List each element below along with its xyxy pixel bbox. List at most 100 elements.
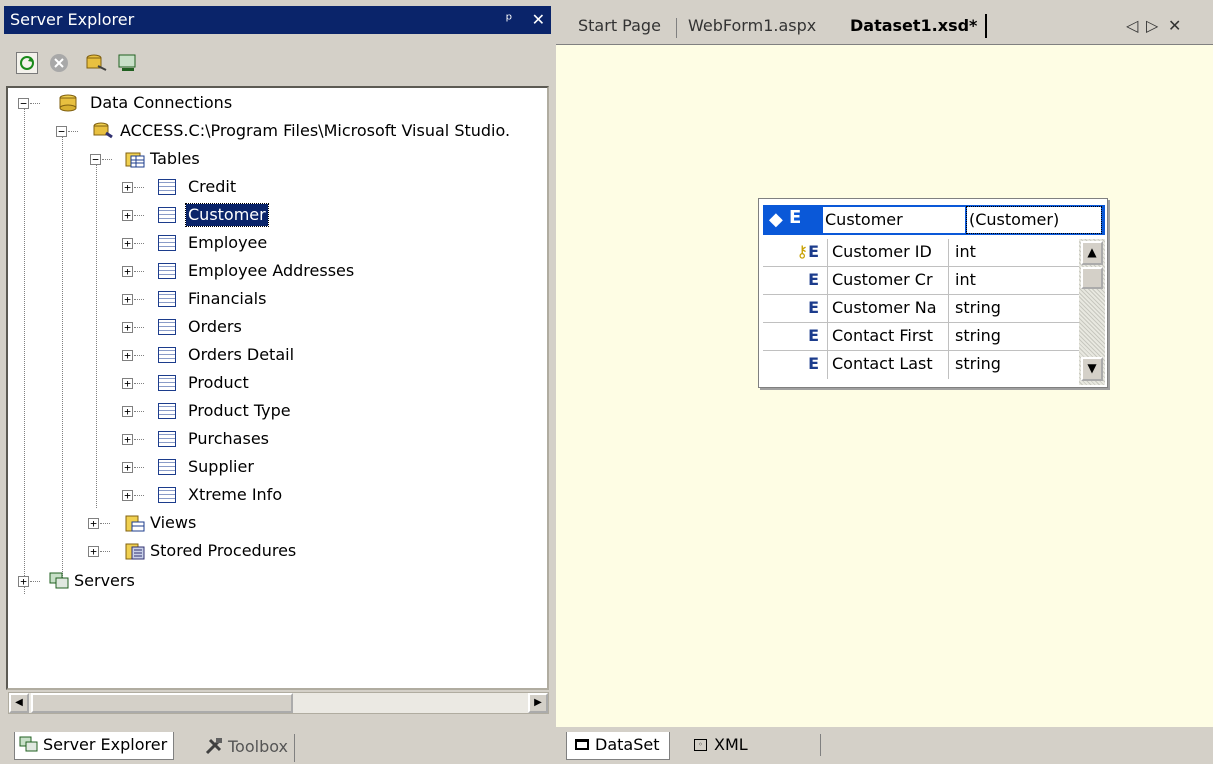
entity-row[interactable]: ⚷E Customer ID int	[763, 239, 1079, 267]
table-label: Product Type	[188, 401, 291, 420]
entity-row[interactable]: E Contact First string	[763, 323, 1079, 351]
entity-row-type[interactable]: int	[951, 267, 1079, 295]
table-label: Orders	[188, 317, 242, 336]
table-icon	[158, 291, 176, 307]
stored-procedures-label: Stored Procedures	[150, 541, 297, 560]
table-icon	[158, 375, 176, 391]
entity-row-name[interactable]: Customer Cr	[827, 267, 949, 295]
entity-vertical-scrollbar[interactable]: ▲ ▼	[1079, 239, 1105, 385]
tab-label: Server Explorer	[43, 735, 168, 754]
table-icon	[158, 179, 176, 195]
table-icon	[158, 263, 176, 279]
close-icon[interactable]: ✕	[532, 10, 545, 29]
tree-horizontal-scrollbar[interactable]: ◀ ▶	[8, 692, 549, 714]
entity-row-type[interactable]: string	[951, 323, 1079, 351]
table-label: Xtreme Info	[188, 485, 283, 504]
table-label: Credit	[188, 177, 237, 196]
table-icon	[158, 347, 176, 363]
table-icon	[158, 487, 176, 503]
entity-scroll-down-button[interactable]: ▼	[1081, 357, 1103, 381]
server-explorer-tree: − Data Connections − ACCESS.C:\Program F…	[6, 86, 549, 690]
table-icon	[158, 459, 176, 475]
servers-label: Servers	[74, 571, 135, 590]
designer-view-tabs: DataSet ◦ XML	[556, 728, 1213, 760]
table-icon	[158, 207, 176, 223]
scrollbar-thumb[interactable]	[31, 693, 293, 713]
table-label: Financials	[188, 289, 267, 308]
dataset-view-icon	[575, 739, 589, 750]
server-explorer-panel: Server Explorer ᵖ ✕ − Data Connections −…	[0, 0, 555, 762]
entity-row-marker: ⚷E	[796, 242, 819, 261]
server-explorer-title-bar: Server Explorer ᵖ ✕	[4, 6, 551, 34]
pin-icon[interactable]: ᵖ	[506, 10, 513, 29]
views-label: Views	[150, 513, 197, 532]
entity-row-type[interactable]: string	[951, 351, 1079, 379]
customer-entity-box[interactable]: ◆ E Customer (Customer) ⚷E Customer ID i…	[758, 198, 1108, 388]
tab-webform1[interactable]: WebForm1.aspx	[680, 14, 824, 38]
stored-procedures-folder-icon	[124, 541, 145, 560]
server-explorer-toolbar	[4, 36, 551, 84]
entity-header[interactable]: ◆ E Customer (Customer)	[763, 205, 1105, 235]
entity-row-name[interactable]: Customer ID	[827, 239, 949, 267]
stop-icon[interactable]	[48, 52, 70, 74]
connect-server-icon[interactable]	[116, 52, 138, 74]
entity-scroll-thumb[interactable]	[1081, 267, 1103, 289]
primary-key-icon: ⚷	[796, 242, 809, 261]
tab-server-explorer[interactable]: Server Explorer	[14, 732, 175, 762]
entity-type[interactable]: (Customer)	[966, 206, 1102, 234]
table-icon	[158, 319, 176, 335]
entity-row-type[interactable]: string	[951, 295, 1079, 323]
table-label: Product	[188, 373, 249, 392]
views-folder-icon	[124, 513, 145, 532]
entity-marker: E	[789, 207, 802, 228]
entity-row-type[interactable]: int	[951, 239, 1079, 267]
table-label: Supplier	[188, 457, 254, 476]
entity-row-name[interactable]: Customer Na	[827, 295, 949, 323]
scroll-left-button[interactable]: ◀	[9, 693, 29, 713]
entity-row-marker: E	[808, 326, 819, 345]
entity-row[interactable]: E Customer Na string	[763, 295, 1079, 323]
connect-database-icon[interactable]	[84, 52, 107, 74]
tab-dataset1-xsd[interactable]: Dataset1.xsd*	[842, 14, 988, 38]
table-icon	[158, 403, 176, 419]
entity-row[interactable]: E Customer Cr int	[763, 267, 1079, 295]
server-explorer-tab-icon	[19, 736, 39, 762]
table-label: Employee	[188, 233, 268, 252]
connection-label: ACCESS.C:\Program Files\Microsoft Visual…	[120, 121, 511, 140]
close-document-icon[interactable]: ✕	[1160, 14, 1189, 38]
tab-label: Toolbox	[228, 737, 288, 756]
entity-diamond-icon: ◆	[769, 209, 783, 230]
data-connections-label: Data Connections	[90, 93, 233, 112]
entity-row-marker: E	[808, 298, 819, 317]
tab-label: XML	[714, 735, 748, 754]
tables-folder-icon	[124, 149, 145, 168]
tab-start-page[interactable]: Start Page	[570, 14, 669, 38]
tab-dataset-view[interactable]: DataSet	[566, 732, 671, 760]
database-folder-icon	[56, 93, 77, 112]
entity-row-name[interactable]: Contact Last	[827, 351, 949, 379]
entity-row-marker: E	[808, 270, 819, 289]
tab-xml-view[interactable]: ◦ XML	[686, 732, 758, 760]
tab-toolbox[interactable]: Toolbox	[200, 734, 295, 762]
entity-row[interactable]: E Contact Last string	[763, 351, 1079, 379]
refresh-icon[interactable]	[16, 52, 38, 74]
table-label-selected: Customer	[185, 203, 269, 227]
entity-scroll-up-button[interactable]: ▲	[1081, 241, 1103, 265]
tab-label: DataSet	[595, 735, 660, 754]
entity-name[interactable]: Customer	[823, 207, 965, 233]
left-panel-tabs: Server Explorer Toolbox	[4, 720, 551, 762]
panel-title: Server Explorer	[10, 10, 135, 29]
table-label: Purchases	[188, 429, 269, 448]
entity-row-marker: E	[808, 354, 819, 373]
table-icon	[158, 431, 176, 447]
document-tab-strip: Start Page WebForm1.aspx Dataset1.xsd* ◁…	[562, 6, 1213, 42]
xml-view-icon: ◦	[694, 739, 707, 751]
servers-icon	[48, 571, 69, 589]
table-label: Employee Addresses	[188, 261, 355, 280]
tables-label: Tables	[150, 149, 200, 168]
table-label: Orders Detail	[188, 345, 295, 364]
table-icon	[158, 235, 176, 251]
entity-row-name[interactable]: Contact First	[827, 323, 949, 351]
database-connection-icon	[92, 121, 113, 139]
scroll-right-button[interactable]: ▶	[528, 693, 548, 713]
